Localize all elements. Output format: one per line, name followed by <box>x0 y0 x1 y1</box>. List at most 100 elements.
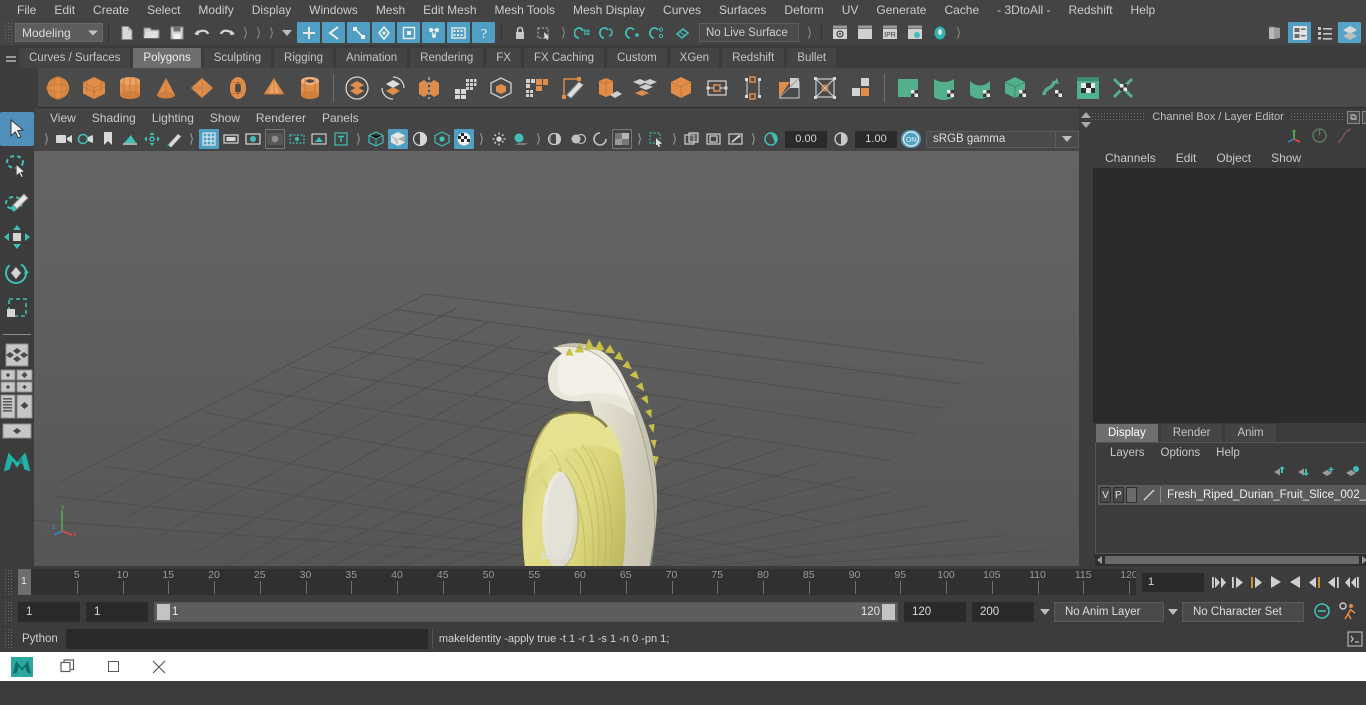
rotate-tool-button[interactable] <box>0 256 34 290</box>
polygon-multi-cut-icon[interactable] <box>519 70 555 106</box>
scroll-right-arrow-icon[interactable] <box>1362 556 1366 564</box>
animation-preferences-icon[interactable] <box>1338 601 1360 624</box>
polygon-mirror-icon[interactable] <box>411 70 447 106</box>
panel-drag-dots-left[interactable] <box>1091 112 1147 122</box>
menu-item-16[interactable]: Cache <box>935 0 988 20</box>
menu-item-3[interactable]: Select <box>138 0 189 20</box>
panel-close-button[interactable]: ✕ <box>1362 110 1366 124</box>
scroll-up-arrow-icon[interactable] <box>1081 112 1091 118</box>
layer-menu-layers[interactable]: Layers <box>1102 447 1153 459</box>
shelf-tab-polygons[interactable]: Polygons <box>132 47 202 68</box>
polygon-bridge-icon[interactable] <box>663 70 699 106</box>
use-all-lights-icon[interactable] <box>489 129 509 149</box>
command-line-gripper[interactable] <box>4 628 14 650</box>
vp-collapse-handle-6[interactable]: ⟩ <box>635 130 644 149</box>
playback-end-time-field[interactable]: 120 <box>904 602 966 622</box>
shelf-tab-xgen[interactable]: XGen <box>668 47 721 68</box>
render-current-frame-icon[interactable] <box>828 22 851 43</box>
time-slider-gripper[interactable] <box>4 569 14 595</box>
image-plane-icon[interactable] <box>120 129 140 149</box>
polygon-plane-icon[interactable] <box>184 70 220 106</box>
speed-dial-icon[interactable] <box>1311 127 1328 147</box>
animation-end-time-field[interactable]: 200 <box>972 602 1034 622</box>
shelf-tab-fx[interactable]: FX <box>485 47 522 68</box>
playback-start-time-field[interactable]: 1 <box>86 602 148 622</box>
collapse-handle-6[interactable]: ⟩ <box>954 23 963 42</box>
view-transform-enabled-icon[interactable]: ON <box>901 130 921 148</box>
vp-collapse-handle-7[interactable]: ⟩ <box>670 130 679 149</box>
new-layer-from-selection-icon[interactable] <box>1345 465 1360 481</box>
transform-axis-icon[interactable] <box>1286 127 1303 147</box>
collapse-handle-2[interactable]: ⟩ <box>254 23 263 42</box>
range-slider-left-handle[interactable] <box>157 604 170 620</box>
snap-to-point-icon[interactable] <box>621 22 644 43</box>
time-slider-playhead[interactable]: 1 <box>18 569 31 595</box>
viewport-menu-lighting[interactable]: Lighting <box>144 111 202 125</box>
select-by-object-type-button[interactable] <box>322 22 345 43</box>
show-hide-modeling-toolkit-icon[interactable] <box>1263 22 1286 43</box>
texture-display-icon[interactable] <box>454 129 474 149</box>
uv-cylindrical-map-icon[interactable] <box>926 70 962 106</box>
uv-automatic-map-icon[interactable] <box>998 70 1034 106</box>
render-settings-icon[interactable] <box>903 22 926 43</box>
script-editor-icon[interactable] <box>1344 631 1366 647</box>
vp-collapse-handle-2[interactable]: ⟩ <box>187 130 196 149</box>
select-vertex-button[interactable] <box>372 22 395 43</box>
lasso-tool-button[interactable] <box>0 148 34 182</box>
layer-tab-display[interactable]: Display <box>1095 423 1159 442</box>
vp-collapse-handle-3[interactable]: ⟩ <box>354 130 363 149</box>
smooth-shading-icon[interactable] <box>388 129 408 149</box>
layer-tab-render[interactable]: Render <box>1159 423 1224 442</box>
screen-space-ao-icon[interactable] <box>546 129 566 149</box>
current-frame-field[interactable]: 1 <box>1142 572 1204 592</box>
ipr-render-icon[interactable]: IPR <box>878 22 901 43</box>
color-space-field[interactable]: sRGB gamma <box>926 130 1056 148</box>
camera-attributes-icon[interactable] <box>76 129 96 149</box>
vp-collapse-handle[interactable]: ⟩ <box>42 130 51 149</box>
shelf-tab-rendering[interactable]: Rendering <box>409 47 485 68</box>
channelbox-menu-show[interactable]: Show <box>1261 151 1311 165</box>
menu-item-11[interactable]: Curves <box>654 0 710 20</box>
help-select-button[interactable]: ? <box>472 22 495 43</box>
character-set-combo[interactable]: No Character Set <box>1182 602 1304 622</box>
layer-type-toggle[interactable] <box>1125 487 1137 503</box>
uv-spherical-map-icon[interactable] <box>962 70 998 106</box>
polygon-bevel-icon[interactable] <box>627 70 663 106</box>
channelbox-menu-channels[interactable]: Channels <box>1095 151 1166 165</box>
menu-item-13[interactable]: Deform <box>775 0 832 20</box>
layer-list[interactable]: V P Fresh_Riped_Durian_Fruit_Slice_002_ <box>1096 483 1366 553</box>
live-surface-field[interactable]: No Live Surface <box>699 23 799 42</box>
step-forward-key-button[interactable] <box>1305 572 1322 592</box>
step-forward-button[interactable] <box>1324 572 1341 592</box>
polygon-fill-hole-icon[interactable] <box>699 70 735 106</box>
polygon-smooth-icon[interactable] <box>447 70 483 106</box>
layer-playback-toggle[interactable]: P <box>1112 487 1124 503</box>
gamma-icon[interactable] <box>831 129 851 149</box>
show-hide-channel-box-icon[interactable] <box>1338 22 1361 43</box>
film-gate-icon[interactable] <box>221 129 241 149</box>
bookmark-icon[interactable] <box>98 129 118 149</box>
xray-mode-icon[interactable] <box>682 129 702 149</box>
layout-single-view-button[interactable] <box>0 343 34 367</box>
polygon-pipe-icon[interactable] <box>292 70 328 106</box>
layer-list-horizontal-scrollbar[interactable] <box>1095 554 1366 566</box>
layer-name-label[interactable]: Fresh_Riped_Durian_Fruit_Slice_002_ <box>1167 489 1366 501</box>
shelf-tab-redshift[interactable]: Redshift <box>721 47 786 68</box>
snap-to-view-planes-icon[interactable] <box>671 22 694 43</box>
menu-item-4[interactable]: Modify <box>189 0 242 20</box>
polygon-poke-icon[interactable] <box>807 70 843 106</box>
polygon-extrude-icon[interactable] <box>591 70 627 106</box>
layout-four-view-button[interactable] <box>0 369 34 393</box>
layer-menu-help[interactable]: Help <box>1208 447 1248 459</box>
shelf-tab-sculpting[interactable]: Sculpting <box>202 47 273 68</box>
collapse-handle-5[interactable]: ⟩ <box>805 23 814 42</box>
vp-collapse-handle-8[interactable]: ⟩ <box>749 130 758 149</box>
auto-keyframe-toggle-icon[interactable] <box>1312 601 1332 624</box>
exposure-icon[interactable] <box>761 129 781 149</box>
scroll-left-arrow-icon[interactable] <box>1097 556 1102 564</box>
layout-outliner-persp-button[interactable] <box>0 394 34 419</box>
uv-unfold-icon[interactable] <box>1034 70 1070 106</box>
layer-row[interactable]: V P Fresh_Riped_Durian_Fruit_Slice_002_ <box>1098 485 1366 505</box>
character-set-dropdown-arrow[interactable] <box>1164 609 1182 615</box>
viewport-3d-canvas[interactable]: y x z persp <box>34 151 1079 566</box>
